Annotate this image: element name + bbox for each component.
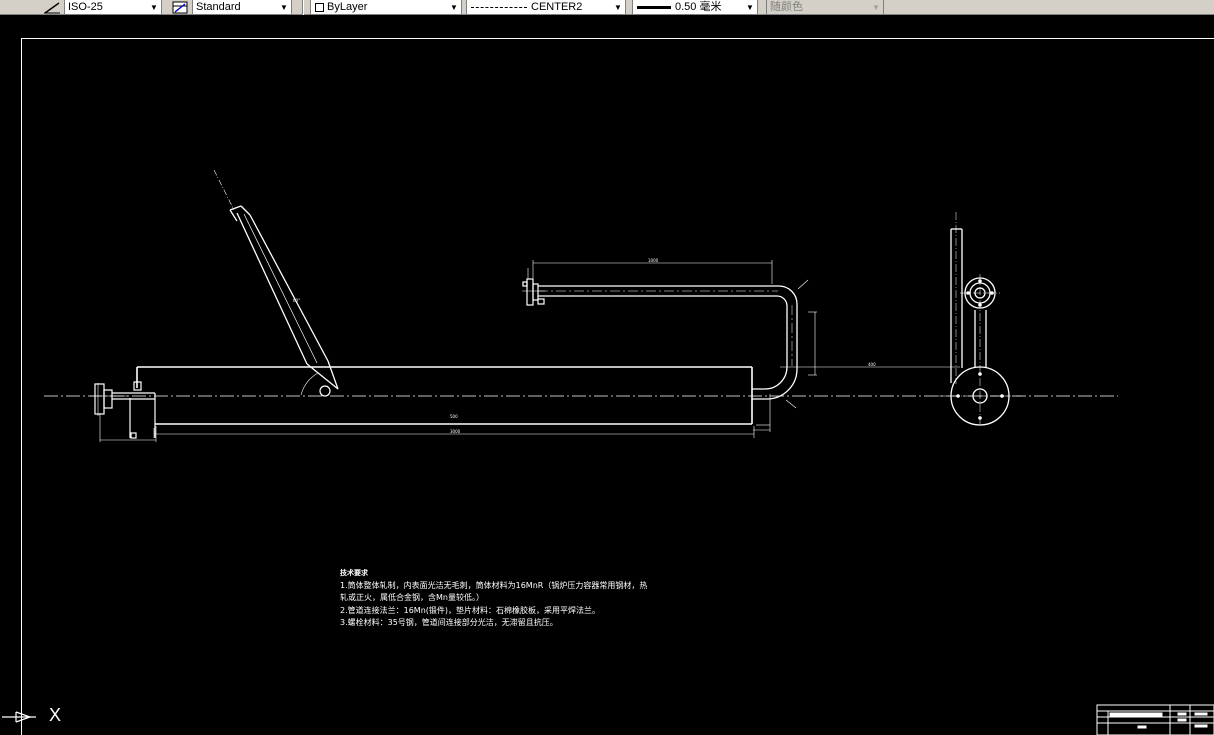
dim-top-length: 1000 (648, 258, 659, 263)
chevron-down-icon: ▼ (872, 2, 880, 12)
dim-right-offset: 400 (868, 362, 876, 367)
plotstyle-dropdown: 随颜色 ▼ (766, 0, 884, 15)
plotstyle-value: 随颜色 (770, 0, 803, 13)
chevron-down-icon[interactable]: ▼ (147, 0, 161, 14)
dimension-style-dropdown[interactable]: ISO-25 ▼ (64, 0, 162, 15)
linetype-sample-icon (471, 6, 527, 8)
linetype-dropdown[interactable]: CENTER2 ▼ (466, 0, 626, 15)
properties-toolbar: ISO-25 ▼ Standard ▼ ByLayer ▼ CENTER2 ▼ … (0, 0, 1214, 15)
color-swatch-icon (315, 2, 324, 12)
toolbar-separator (302, 0, 304, 15)
chevron-down-icon[interactable]: ▼ (743, 0, 757, 14)
table-style-dropdown[interactable]: Standard ▼ (192, 0, 292, 15)
angle-dimension-arc (300, 372, 319, 396)
notes-line: 3.螺栓材料：35号钢，管道间连接部分光洁，无滞留且抗压。 (340, 618, 558, 627)
color-dropdown[interactable]: ByLayer ▼ (310, 0, 462, 15)
nozzle-opening (319, 385, 331, 397)
notes-title: 技术要求 (340, 569, 368, 577)
chevron-down-icon[interactable]: ▼ (277, 0, 291, 14)
title-block (1096, 704, 1214, 735)
u-pipe (538, 285, 798, 400)
linetype-value: CENTER2 (531, 0, 583, 13)
bottom-dimension (153, 394, 771, 438)
ucs-x-label: X (49, 705, 62, 725)
ucs-icon (2, 711, 36, 723)
dimension-style-value: ISO-25 (68, 0, 103, 13)
main-cylinder (136, 366, 753, 425)
chevron-down-icon[interactable]: ▼ (447, 0, 461, 14)
chevron-down-icon[interactable]: ▼ (611, 0, 625, 14)
dim-angle: 60° (293, 298, 301, 303)
dim-bottom-length: 3000 (450, 429, 461, 434)
color-value: ByLayer (327, 0, 368, 13)
technical-notes[interactable]: 技术要求 1.筒体整体轧制，内表面光洁无毛刺，筒体材料为16MnR（锅炉压力容器… (340, 567, 680, 630)
notes-line: 2.管道连接法兰：16Mn(锻件)，垫片材料：石棉橡胶板，采用平焊法兰。 (340, 605, 601, 615)
dim-mid-length: 500 (450, 414, 458, 419)
drawing-canvas[interactable]: 1000 3000 500 400 60° 技术要求 1.筒体整体轧制，内表面光… (0, 16, 1214, 735)
inclined-nozzle (229, 205, 339, 390)
table-style-value: Standard (196, 0, 241, 13)
notes-line: 轧或正火，属低合金钢，含Mn量较低。） (340, 593, 484, 602)
lineweight-sample-icon (637, 5, 671, 9)
notes-line: 1.筒体整体轧制，内表面光洁无毛刺，筒体材料为16MnR（锅炉压力容器常用钢材，… (340, 580, 648, 590)
lineweight-value: 0.50 毫米 (675, 0, 722, 13)
dimension-style-icon[interactable] (42, 0, 62, 15)
table-style-icon[interactable] (170, 0, 190, 15)
lineweight-dropdown[interactable]: 0.50 毫米 ▼ (632, 0, 758, 15)
